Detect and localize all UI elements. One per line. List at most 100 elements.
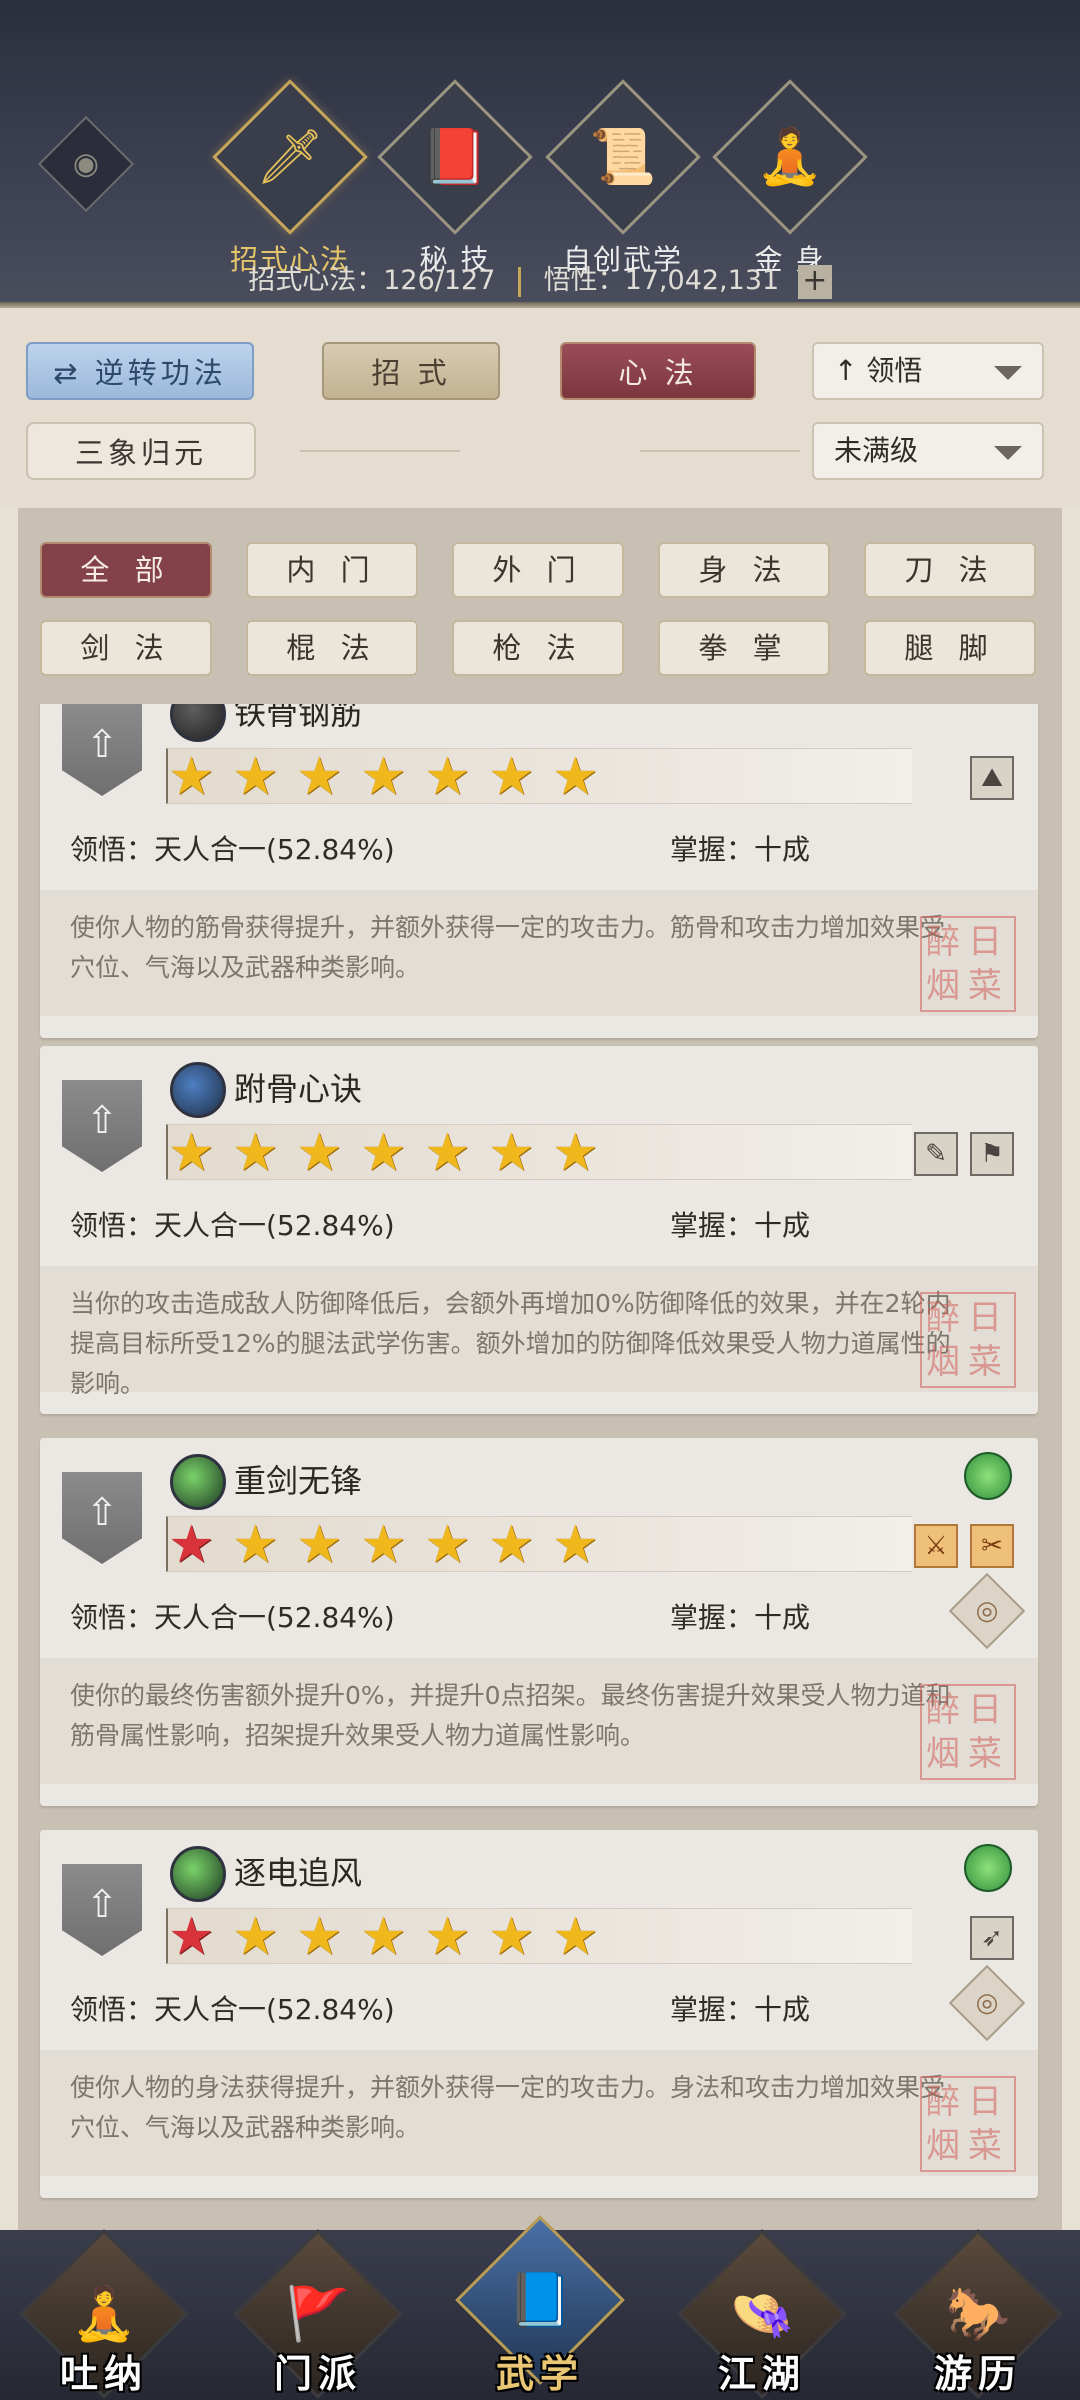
star-icon: ★ — [232, 1123, 279, 1183]
skill-card[interactable]: ⇧ 逐电追风 ★ ★ ★ ★ ★ ★ ★ ➶ ◎ 领悟：天人合一(52.84%)… — [40, 1830, 1038, 2198]
top-bar: ◉ 🗡 招式心法 📕 秘 技 📜 自创武学 🧘 金 身 招式心法：126/127… — [0, 0, 1080, 308]
type-kick-icon[interactable]: ⚑ — [970, 1132, 1014, 1176]
upgrade-shield-icon[interactable]: ⇧ — [62, 704, 142, 796]
reverse-skill-button[interactable]: ⇄ 逆转功法 — [26, 342, 254, 400]
seal-stamp-icon: 醉日 烟菜 — [920, 1292, 1016, 1388]
eye-icon: ◉ — [72, 146, 100, 182]
filter-spear[interactable]: 枪 法 — [452, 620, 624, 676]
filter-movement[interactable]: 身 法 — [658, 542, 830, 598]
manual-icon: 📘 — [507, 2270, 573, 2331]
book-icon: 📕 — [421, 125, 489, 188]
star-icon: ★ — [296, 1515, 343, 1575]
nav-martial-arts[interactable]: 📘 武学 — [455, 2215, 625, 2396]
skill-card[interactable]: ⇧ 铁骨钢筋 ★ ★ ★ ★ ★ ★ ★ ⛰ 领悟：天人合一(52.84%) 掌… — [40, 704, 1038, 1038]
star-icon: ★ — [232, 747, 279, 807]
star-icon: ★ — [360, 747, 407, 807]
straw-hat-icon: 👒 — [729, 2284, 795, 2345]
filter-blade[interactable]: 刀 法 — [864, 542, 1036, 598]
swirl-icon[interactable] — [964, 1452, 1012, 1500]
moves-toggle-button[interactable]: 招 式 — [322, 342, 500, 400]
skill-icon — [170, 1454, 226, 1510]
upgrade-shield-icon[interactable]: ⇧ — [62, 1472, 142, 1564]
star-icon: ★ — [552, 747, 599, 807]
star-icon: ★ — [552, 1515, 599, 1575]
divider — [300, 450, 460, 452]
sort-dropdown[interactable]: ↑ 领悟 — [812, 342, 1044, 400]
scroll-icon: 📜 — [589, 125, 657, 188]
category-filter: 全 部 内 门 外 门 身 法 刀 法 剑 法 棍 法 枪 法 拳 掌 腿 脚 — [18, 508, 1062, 704]
star-rating: ★ ★ ★ ★ ★ ★ ★ — [166, 1908, 912, 1964]
star-icon: ★ — [232, 1515, 279, 1575]
swap-icon: ⇄ — [53, 356, 95, 390]
unify-button[interactable]: 三象归元 — [26, 422, 256, 480]
filter-inner[interactable]: 内 门 — [246, 542, 418, 598]
upgrade-shield-icon[interactable]: ⇧ — [62, 1864, 142, 1956]
star-rating: ★ ★ ★ ★ ★ ★ ★ — [166, 1516, 912, 1572]
add-wisdom-button[interactable]: + — [797, 264, 832, 299]
moves-count: 126/127 — [383, 265, 496, 296]
sword-icon: 🗡 — [255, 125, 325, 188]
star-icon: ★ — [296, 1907, 343, 1967]
star-rating: ★ ★ ★ ★ ★ ★ ★ — [166, 1124, 912, 1180]
star-icon: ★ — [424, 1515, 471, 1575]
filter-kick[interactable]: 腿 脚 — [864, 620, 1036, 676]
filter-fist[interactable]: 拳 掌 — [658, 620, 830, 676]
nav-breathing[interactable]: 🧘 吐纳 — [19, 2229, 189, 2399]
seal-stamp-icon: 醉日 烟菜 — [920, 916, 1016, 1012]
mind-toggle-button[interactable]: 心 法 — [560, 342, 756, 400]
star-icon: ★ — [488, 1123, 535, 1183]
monk-icon: 🧘 — [71, 2284, 137, 2345]
type-scroll-icon[interactable]: ✎ — [914, 1132, 958, 1176]
skill-card[interactable]: ⇧ 跗骨心诀 ★ ★ ★ ★ ★ ★ ★ ✎ ⚑ 领悟：天人合一(52.84%)… — [40, 1046, 1038, 1414]
star-icon: ★ — [296, 1123, 343, 1183]
skill-card[interactable]: ⇧ 重剑无锋 ★ ★ ★ ★ ★ ★ ★ ⚔ ✂ ◎ 领悟：天人合一(52.84… — [40, 1438, 1038, 1806]
star-icon: ★ — [360, 1123, 407, 1183]
filter-outer[interactable]: 外 门 — [452, 542, 624, 598]
ring-icon[interactable]: ◎ — [948, 1964, 1026, 2042]
tab-custom-martial[interactable]: 📜 自创武学 — [545, 79, 701, 278]
stats-line: 招式心法：126/127 悟性：17,042,131 + — [0, 258, 1080, 299]
star-icon: ★ — [488, 747, 535, 807]
star-icon: ★ — [168, 1515, 215, 1575]
star-icon: ★ — [168, 1123, 215, 1183]
nav-jianghu[interactable]: 👒 江湖 — [677, 2229, 847, 2399]
tab-moves-mind[interactable]: 🗡 招式心法 — [212, 79, 368, 278]
type-sword-icon[interactable]: ⚔ — [914, 1524, 958, 1568]
type-inner-icon[interactable]: ⛰ — [970, 756, 1014, 800]
star-icon: ★ — [424, 1907, 471, 1967]
nav-sect[interactable]: 🚩 门派 — [233, 2229, 403, 2399]
star-rating: ★ ★ ★ ★ ★ ★ ★ — [166, 748, 912, 804]
skill-list[interactable]: ⇧ 铁骨钢筋 ★ ★ ★ ★ ★ ★ ★ ⛰ 领悟：天人合一(52.84%) 掌… — [18, 704, 1062, 2230]
seal-stamp-icon: 醉日 烟菜 — [920, 1684, 1016, 1780]
filter-staff[interactable]: 棍 法 — [246, 620, 418, 676]
star-icon: ★ — [168, 747, 215, 807]
view-toggle-button[interactable]: ◉ — [37, 115, 135, 213]
tab-golden-body[interactable]: 🧘 金 身 — [712, 79, 868, 278]
star-icon: ★ — [168, 1907, 215, 1967]
type-movement-icon[interactable]: ➶ — [970, 1916, 1014, 1960]
chevron-down-icon — [994, 446, 1022, 460]
swirl-icon[interactable] — [964, 1844, 1012, 1892]
wisdom-value: 17,042,131 — [624, 265, 780, 296]
ring-icon[interactable]: ◎ — [948, 1572, 1026, 1650]
control-panel: ⇄ 逆转功法 招 式 心 法 ↑ 领悟 三象归元 未满级 — [0, 308, 1080, 508]
star-icon: ★ — [360, 1515, 407, 1575]
arrow-up-icon: ↑ — [834, 354, 867, 387]
divider — [640, 450, 800, 452]
star-icon: ★ — [424, 747, 471, 807]
seal-stamp-icon: 醉日 烟菜 — [920, 2076, 1016, 2172]
skill-icon — [170, 1062, 226, 1118]
star-icon: ★ — [360, 1907, 407, 1967]
star-icon: ★ — [552, 1907, 599, 1967]
upgrade-shield-icon[interactable]: ⇧ — [62, 1080, 142, 1172]
flags-icon: 🚩 — [285, 2284, 351, 2345]
level-filter-dropdown[interactable]: 未满级 — [812, 422, 1044, 480]
nav-travel[interactable]: 🐎 游历 — [893, 2229, 1063, 2399]
tab-secret-skills[interactable]: 📕 秘 技 — [377, 79, 533, 278]
bottom-nav: 🧘 吐纳 🚩 门派 📘 武学 👒 江湖 🐎 游历 — [0, 2215, 1080, 2400]
filter-sword[interactable]: 剑 法 — [40, 620, 212, 676]
star-icon: ★ — [232, 1907, 279, 1967]
filter-all[interactable]: 全 部 — [40, 542, 212, 598]
star-icon: ★ — [296, 747, 343, 807]
type-blade-icon[interactable]: ✂ — [970, 1524, 1014, 1568]
